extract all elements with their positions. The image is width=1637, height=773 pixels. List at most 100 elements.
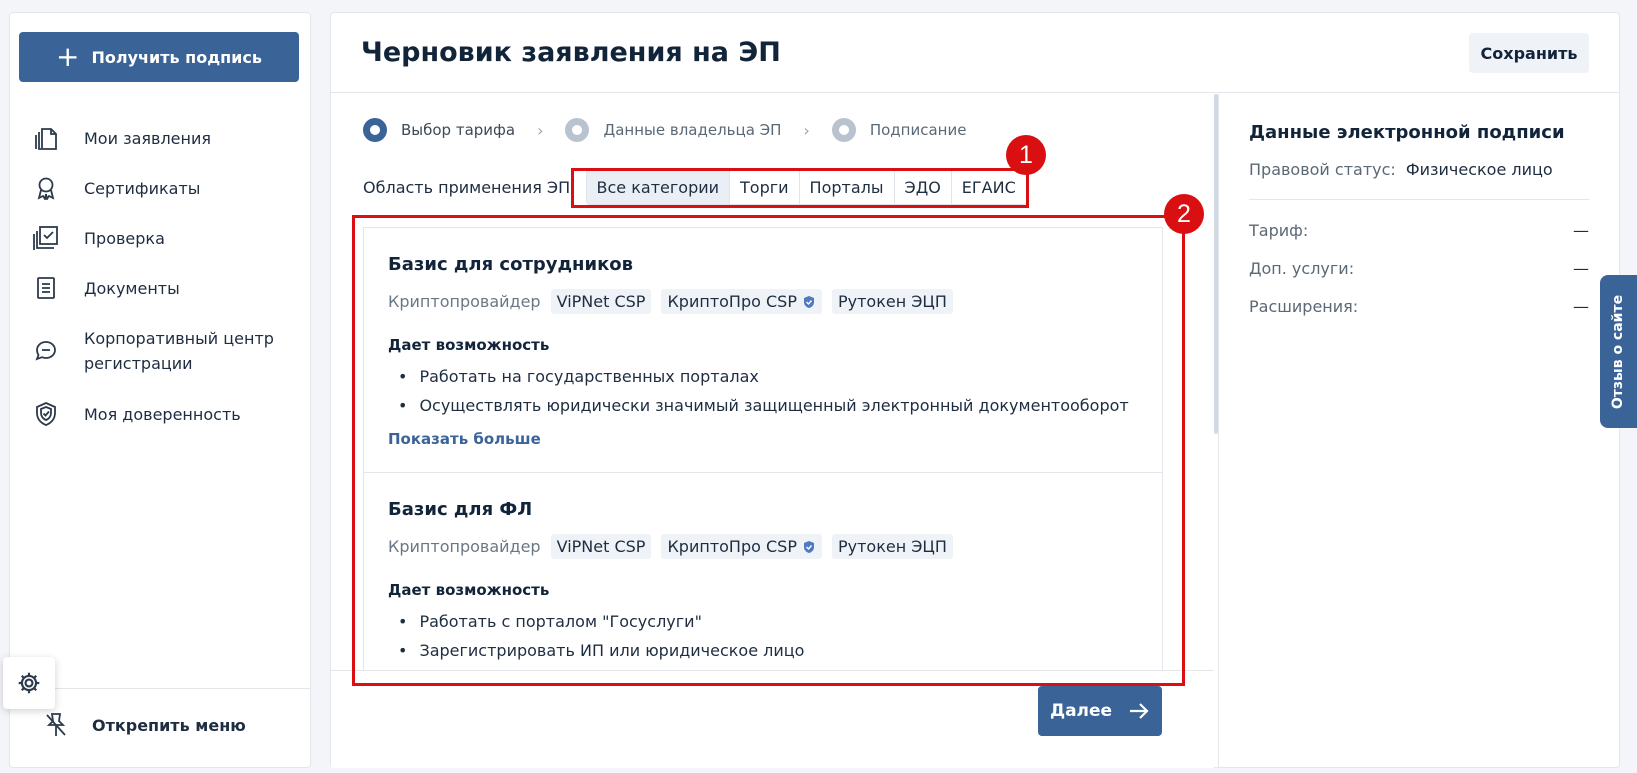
sidebar-item-my-power-of-attorney[interactable]: Моя доверенность — [30, 389, 310, 439]
list-item: Работать на государственных порталах — [388, 362, 1138, 391]
step-signing[interactable]: Подписание — [831, 118, 967, 142]
tariff-list: Базис для сотрудников Криптопровайдер Vi… — [363, 227, 1163, 687]
chevron-right-icon: › — [537, 120, 544, 140]
crypto-chip-rutoken[interactable]: Рутокен ЭЦП — [831, 289, 953, 314]
scope-filter-label: Область применения ЭП: — [363, 177, 576, 197]
scope-option-auctions[interactable]: Торги — [730, 170, 800, 204]
show-more-link[interactable]: Показать больше — [388, 430, 541, 448]
tariff-title: Базис для ФЛ — [388, 499, 533, 520]
next-label: Далее — [1049, 701, 1113, 721]
crypto-provider-row: Криптопровайдер ViPNet CSP КриптоПро CSP… — [388, 289, 1138, 314]
chip-label: Рутокен ЭЦП — [837, 537, 947, 556]
page-title: Черновик заявления на ЭП — [361, 37, 781, 68]
scope-option-egais[interactable]: ЕГАИС — [951, 170, 1026, 204]
signature-summary: Данные электронной подписи Правовой стат… — [1219, 94, 1619, 768]
sidebar-item-label: Мои заявления — [84, 128, 211, 148]
crypto-provider-label: Криптопровайдер — [388, 537, 541, 556]
step-label: Выбор тарифа — [401, 121, 516, 139]
step-tariff-choice[interactable]: Выбор тарифа — [363, 118, 515, 142]
chip-label: ViPNet CSP — [556, 537, 646, 556]
stepper: Выбор тарифа › Данные владельца ЭП › Под… — [363, 118, 966, 142]
list-item: Работать с порталом "Госуслуги" — [388, 607, 1138, 636]
settings-gear-button[interactable] — [3, 657, 55, 709]
tariff-title: Базис для сотрудников — [388, 254, 634, 275]
tariff-card[interactable]: Базис для сотрудников Криптопровайдер Vi… — [364, 228, 1162, 473]
verified-shield-icon — [803, 295, 814, 308]
sidebar-item-label: Сертификаты — [84, 178, 201, 198]
save-button[interactable]: Сохранить — [1469, 33, 1589, 73]
step-inactive-dot-icon — [831, 118, 856, 142]
legal-status-row: Правовой статус: Физическое лицо — [1249, 157, 1589, 183]
next-button[interactable]: Далее — [1038, 686, 1162, 736]
scope-option-all[interactable]: Все категории — [586, 170, 731, 204]
sidebar-item-label: Моя доверенность — [84, 404, 241, 424]
summary-value: — — [1573, 259, 1589, 278]
list-item: Осуществлять юридически значимый защищен… — [388, 391, 1138, 420]
summary-row-extra-services: Доп. услуги: — — [1249, 250, 1589, 288]
get-signature-button[interactable]: + Получить подпись — [19, 32, 299, 82]
documents-copy-icon — [30, 122, 62, 154]
sidebar-item-certificates[interactable]: Сертификаты — [30, 163, 310, 213]
sidebar-footer: Открепить меню — [10, 688, 310, 768]
page-header: Черновик заявления на ЭП Сохранить — [331, 13, 1619, 93]
crypto-chip-rutoken[interactable]: Рутокен ЭЦП — [831, 534, 953, 559]
legal-status-key: Правовой статус: — [1249, 160, 1396, 179]
shield-check-icon — [30, 398, 62, 430]
annotation-badge-1: 1 — [1006, 135, 1046, 175]
sidebar-item-label: Корпоративный центр регистрации — [84, 329, 274, 373]
document-lines-icon — [30, 272, 62, 304]
verified-shield-icon — [803, 540, 814, 553]
feedback-label: Отзыв о сайте — [1610, 294, 1627, 409]
chevron-right-icon: › — [803, 120, 810, 140]
annotation-badge-2: 2 — [1164, 194, 1204, 234]
crypto-provider-label: Криптопровайдер — [388, 292, 541, 311]
step-owner-data[interactable]: Данные владельца ЭП — [565, 118, 781, 142]
summary-key: Расширения: — [1249, 297, 1359, 316]
main-panel: Черновик заявления на ЭП Сохранить Выбор… — [330, 12, 1620, 768]
capabilities-list: Работать на государственных порталах Осу… — [388, 362, 1138, 420]
award-ribbon-icon — [30, 172, 62, 204]
summary-row-extensions: Расширения: — — [1249, 288, 1589, 326]
sidebar-item-my-applications[interactable]: Мои заявления — [30, 113, 310, 163]
tariff-card[interactable]: Базис для ФЛ Криптопровайдер ViPNet CSP … — [364, 473, 1162, 687]
capabilities-title: Дает возможность — [388, 336, 550, 354]
summary-key: Тариф: — [1249, 221, 1309, 240]
summary-value: — — [1573, 221, 1589, 240]
legal-status-value: Физическое лицо — [1405, 160, 1553, 179]
wizard-footer: Далее — [331, 670, 1214, 768]
unpin-menu-label: Открепить меню — [92, 715, 246, 735]
scope-option-edo[interactable]: ЭДО — [894, 170, 952, 204]
crypto-chip-cryptopro[interactable]: КриптоПро CSP — [661, 289, 822, 314]
sidebar: + Получить подпись Мои заявления Сертифи… — [9, 12, 311, 768]
gear-icon — [18, 672, 40, 694]
summary-row-tariff: Тариф: — — [1249, 212, 1589, 250]
sidebar-item-label: Проверка — [84, 228, 165, 248]
scope-segmented-control: Все категории Торги Порталы ЭДО ЕГАИС — [585, 169, 1027, 205]
capabilities-list: Работать с порталом "Госуслуги" Зарегист… — [388, 607, 1138, 665]
list-item: Зарегистрировать ИП или юридическое лицо — [388, 636, 1138, 665]
step-active-dot-icon — [363, 118, 387, 142]
sidebar-item-verification[interactable]: Проверка — [30, 213, 310, 263]
chat-bubble-icon — [30, 335, 62, 367]
sidebar-item-label: Документы — [84, 278, 180, 298]
feedback-tab[interactable]: Отзыв о сайте — [1600, 275, 1637, 428]
unpin-menu-button[interactable]: Открепить меню — [40, 711, 246, 739]
unpin-icon — [40, 711, 72, 739]
summary-divider — [1249, 199, 1589, 200]
sidebar-item-documents[interactable]: Документы — [30, 263, 310, 313]
scope-option-portals[interactable]: Порталы — [799, 170, 895, 204]
checkbox-stack-icon — [30, 222, 62, 254]
crypto-chip-cryptopro[interactable]: КриптоПро CSP — [661, 534, 822, 559]
chip-label: ViPNet CSP — [556, 292, 646, 311]
crypto-provider-row: Криптопровайдер ViPNet CSP КриптоПро CSP… — [388, 534, 1138, 559]
sidebar-nav: Мои заявления Сертификаты Проверка Докум… — [30, 113, 310, 439]
tariff-selection-pane: Выбор тарифа › Данные владельца ЭП › Под… — [331, 94, 1216, 768]
summary-key: Доп. услуги: — [1249, 259, 1355, 278]
capabilities-title: Дает возможность — [388, 581, 550, 599]
crypto-chip-vipnet[interactable]: ViPNet CSP — [550, 289, 652, 314]
scope-filter: Область применения ЭП: Все категории Тор… — [363, 169, 1027, 205]
step-label: Подписание — [869, 121, 967, 139]
arrow-right-icon — [1130, 703, 1149, 719]
sidebar-item-corporate-center[interactable]: Корпоративный центр регистрации — [30, 313, 310, 389]
crypto-chip-vipnet[interactable]: ViPNet CSP — [550, 534, 652, 559]
